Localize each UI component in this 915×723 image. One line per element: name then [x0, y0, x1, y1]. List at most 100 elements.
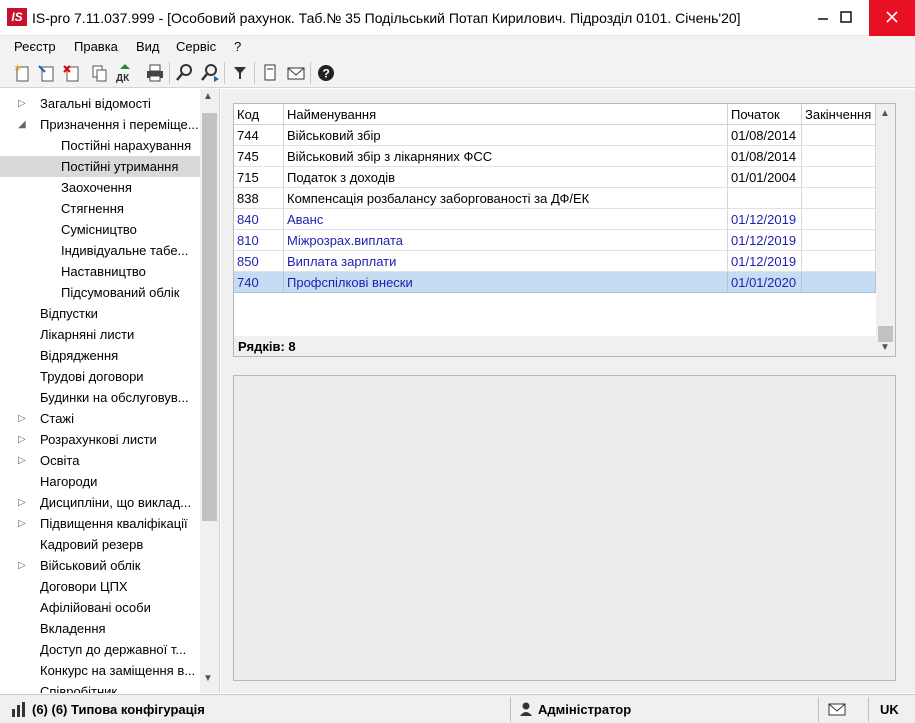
scroll-up-icon[interactable]: ▲: [203, 91, 213, 102]
table-row[interactable]: 840 Аванс 01/12/2019: [234, 209, 876, 230]
help-icon: ?: [318, 65, 334, 81]
menu-help[interactable]: ?: [234, 39, 241, 54]
table-scrollbar[interactable]: ▲ ▼: [876, 104, 895, 356]
tree-item-incentives[interactable]: Заохочення: [0, 177, 200, 198]
tree-item-labor-contracts[interactable]: Трудові договори: [0, 366, 200, 387]
tree-item-permanent-accruals[interactable]: Постійні нарахування: [0, 135, 200, 156]
deductions-table: Код Найменування Початок Закінчення 744 …: [233, 103, 896, 357]
dk-button[interactable]: ДК: [114, 62, 136, 84]
expand-arrow-icon[interactable]: ▷: [18, 492, 26, 513]
tree-item-sick-leaves[interactable]: Лікарняні листи: [0, 324, 200, 345]
tree-item-military-record[interactable]: ▷ Військовий облік: [0, 555, 200, 576]
maximize-button[interactable]: [823, 0, 869, 36]
column-header-code[interactable]: Код: [234, 104, 284, 125]
menu-view[interactable]: Вид: [136, 39, 160, 54]
table-row[interactable]: 745 Військовий збір з лікарняних ФСС 01/…: [234, 146, 876, 167]
edit-doc-icon: [38, 65, 54, 82]
table-row[interactable]: 715 Податок з доходів 01/01/2004: [234, 167, 876, 188]
scroll-up-icon[interactable]: ▲: [880, 108, 890, 119]
svg-text:?: ?: [323, 67, 330, 81]
expand-arrow-icon[interactable]: ▷: [18, 93, 26, 114]
table-row[interactable]: 744 Військовий збір 01/08/2014: [234, 125, 876, 146]
delete-button[interactable]: [61, 62, 83, 84]
tree-scrollbar[interactable]: ▲ ▼: [200, 89, 219, 693]
language-indicator[interactable]: UK: [880, 695, 899, 723]
menu-edit[interactable]: Правка: [74, 39, 118, 54]
expand-arrow-icon[interactable]: ▷: [18, 450, 26, 471]
scrollbar-thumb[interactable]: [878, 326, 893, 342]
print-button[interactable]: [144, 62, 166, 84]
tree-item-affiliated-persons[interactable]: Афілійовані особи: [0, 597, 200, 618]
menu-bar: Реєстр Правка Вид Сервіс ?: [0, 36, 915, 58]
tree-item-vacancy-contest[interactable]: Конкурс на заміщення в...: [0, 660, 200, 681]
help-button[interactable]: ?: [315, 62, 337, 84]
scrollbar-thumb[interactable]: [202, 113, 217, 521]
app-logo: IS: [7, 8, 27, 26]
tree-item-permanent-deductions[interactable]: Постійні утримання: [0, 156, 200, 177]
card-icon: [264, 64, 276, 81]
menu-service[interactable]: Сервіс: [176, 39, 216, 54]
tree-item-penalties[interactable]: Стягнення: [0, 198, 200, 219]
tree-item-general[interactable]: ▷ Загальні відомості: [0, 93, 200, 114]
menu-registry[interactable]: Реєстр: [14, 39, 56, 54]
tree-item-individual-timesheet[interactable]: Індивідуальне табе...: [0, 240, 200, 261]
tree-item-vacations[interactable]: Відпустки: [0, 303, 200, 324]
user-name: Адміністратор: [538, 702, 632, 717]
expand-arrow-icon[interactable]: ▷: [18, 555, 26, 576]
tree-item-assignments[interactable]: ◢ Призначення і переміще...: [0, 114, 200, 135]
tree-item-buildings-service[interactable]: Будинки на обслуговув...: [0, 387, 200, 408]
tree-item-summary-accounting[interactable]: Підсумований облік: [0, 282, 200, 303]
dk-icon: ДК: [116, 64, 130, 84]
tree-item-pay-slips[interactable]: ▷ Розрахункові листи: [0, 429, 200, 450]
scroll-down-icon[interactable]: ▼: [880, 342, 890, 353]
copy-button[interactable]: [88, 62, 110, 84]
tree-item-seniority[interactable]: ▷ Стажі: [0, 408, 200, 429]
table-row[interactable]: 810 Міжрозрах.виплата 01/12/2019: [234, 230, 876, 251]
content-area: Код Найменування Початок Закінчення 744 …: [221, 89, 915, 693]
column-header-end[interactable]: Закінчення: [802, 104, 876, 125]
dk-label: ДК: [116, 73, 130, 84]
tree-item-civil-contracts[interactable]: Договори ЦПХ: [0, 576, 200, 597]
svg-text:✶: ✶: [13, 63, 22, 75]
tree-item-part-time[interactable]: Сумісництво: [0, 219, 200, 240]
table-header: Код Найменування Початок Закінчення: [234, 104, 876, 125]
table-row[interactable]: 850 Виплата зарплати 01/12/2019: [234, 251, 876, 272]
tree-item-mentoring[interactable]: Наставництво: [0, 261, 200, 282]
detail-panel: [233, 375, 896, 681]
row-count: Рядків: 8: [234, 336, 876, 356]
chart-icon: [10, 695, 30, 723]
search-next-button[interactable]: [199, 62, 221, 84]
tree-item-state-secret-access[interactable]: Доступ до державної т...: [0, 639, 200, 660]
tree-item-education[interactable]: ▷ Освіта: [0, 450, 200, 471]
tree-item-attachments[interactable]: Вкладення: [0, 618, 200, 639]
maximize-icon: [840, 11, 852, 23]
tree-item-business-trips[interactable]: Відрядження: [0, 345, 200, 366]
search-next-icon: [201, 64, 219, 82]
mail-button[interactable]: [285, 62, 307, 84]
column-header-name[interactable]: Найменування: [284, 104, 728, 125]
search-button[interactable]: [174, 62, 196, 84]
column-header-start[interactable]: Початок: [728, 104, 802, 125]
table-row-selected[interactable]: 740 Профспілкові внески 01/01/2020: [234, 272, 876, 293]
tree-item-awards[interactable]: Нагороди: [0, 471, 200, 492]
card-button[interactable]: [259, 62, 281, 84]
expand-arrow-icon[interactable]: ▷: [18, 429, 26, 450]
configuration-status: (6) (6) Типова конфігурація: [32, 702, 205, 717]
collapse-arrow-icon[interactable]: ◢: [18, 114, 26, 135]
expand-arrow-icon[interactable]: ▷: [18, 408, 26, 429]
new-doc-icon: ✶: [13, 63, 29, 82]
close-button[interactable]: [869, 0, 915, 36]
mail-status-icon[interactable]: [828, 695, 846, 723]
tree-item-qualification[interactable]: ▷ Підвищення кваліфікації: [0, 513, 200, 534]
edit-button[interactable]: [36, 62, 58, 84]
table-row[interactable]: 838 Компенсація розбалансу заборгованост…: [234, 188, 876, 209]
tree-item-disciplines[interactable]: ▷ Дисципліни, що виклад...: [0, 492, 200, 513]
tree-item-employee[interactable]: Співробітник: [0, 681, 200, 693]
tree-item-personnel-reserve[interactable]: Кадровий резерв: [0, 534, 200, 555]
new-button[interactable]: ✶: [11, 62, 33, 84]
close-icon: [886, 11, 898, 23]
scroll-down-icon[interactable]: ▼: [203, 673, 213, 684]
window-title: IS-pro 7.11.037.999 - [Особовий рахунок.…: [32, 10, 741, 26]
filter-button[interactable]: [229, 62, 251, 84]
expand-arrow-icon[interactable]: ▷: [18, 513, 26, 534]
